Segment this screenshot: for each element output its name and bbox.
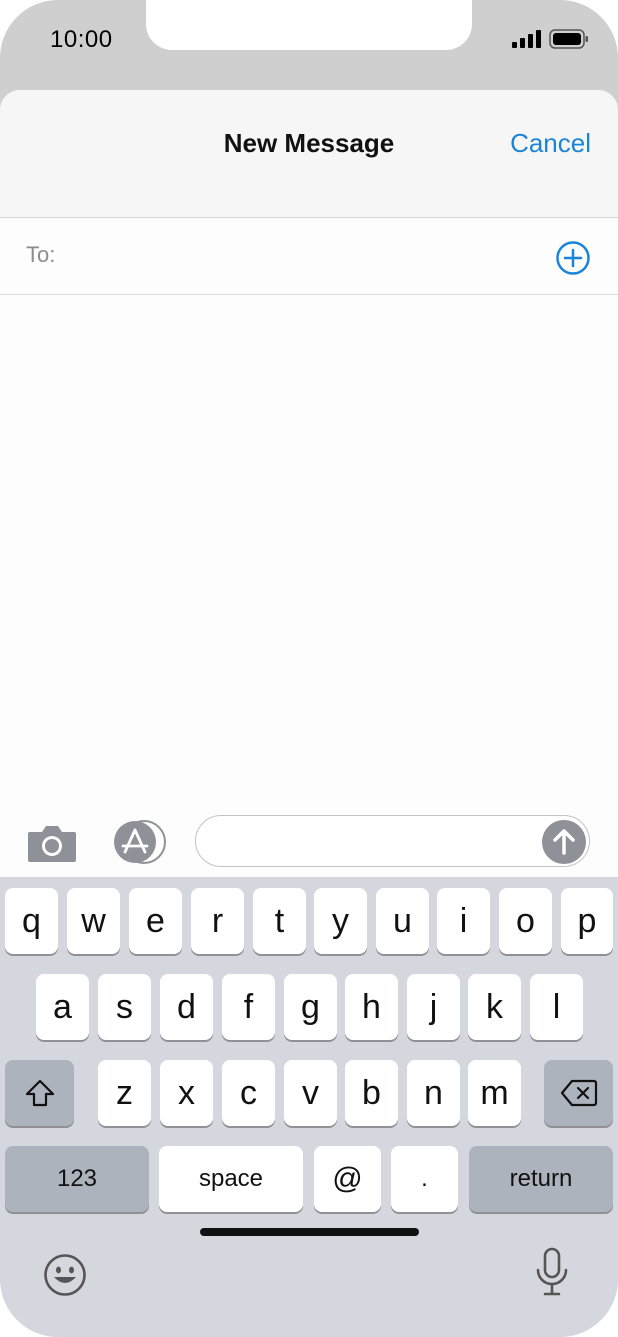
key-h[interactable]: h bbox=[345, 974, 398, 1040]
key-s[interactable]: s bbox=[98, 974, 151, 1040]
key-e[interactable]: e bbox=[129, 888, 182, 954]
message-input[interactable] bbox=[195, 815, 590, 867]
key-u[interactable]: u bbox=[376, 888, 429, 954]
key-b[interactable]: b bbox=[345, 1060, 398, 1126]
compose-bar bbox=[0, 812, 618, 876]
key-f[interactable]: f bbox=[222, 974, 275, 1040]
key-m[interactable]: m bbox=[468, 1060, 521, 1126]
key-k[interactable]: k bbox=[468, 974, 521, 1040]
phone-screen: 10:00 New Message Cancel To: q w e r t y… bbox=[0, 0, 618, 1337]
key-t[interactable]: t bbox=[253, 888, 306, 954]
key-x[interactable]: x bbox=[160, 1060, 213, 1126]
key-p[interactable]: p bbox=[561, 888, 613, 954]
key-o[interactable]: o bbox=[499, 888, 552, 954]
microphone-icon[interactable] bbox=[534, 1247, 570, 1299]
app-store-icon[interactable] bbox=[110, 820, 168, 864]
to-label: To: bbox=[26, 242, 56, 267]
key-q[interactable]: q bbox=[5, 888, 58, 954]
battery-icon bbox=[549, 29, 588, 49]
status-time: 10:00 bbox=[50, 26, 113, 53]
key-j[interactable]: j bbox=[407, 974, 460, 1040]
backspace-icon bbox=[560, 1079, 597, 1107]
keyboard: q w e r t y u i o p a s d f g h j k l z … bbox=[0, 877, 618, 1337]
space-key[interactable]: space bbox=[159, 1146, 303, 1212]
key-a[interactable]: a bbox=[36, 974, 89, 1040]
recipient-field[interactable]: To: bbox=[0, 218, 618, 295]
send-arrow-icon[interactable] bbox=[542, 820, 586, 864]
return-key[interactable]: return bbox=[469, 1146, 613, 1212]
at-key[interactable]: @ bbox=[314, 1146, 381, 1212]
numbers-key[interactable]: 123 bbox=[5, 1146, 149, 1212]
key-c[interactable]: c bbox=[222, 1060, 275, 1126]
home-indicator[interactable] bbox=[200, 1228, 419, 1236]
cellular-signal-icon bbox=[512, 30, 541, 48]
message-text-field[interactable] bbox=[212, 824, 536, 860]
key-v[interactable]: v bbox=[284, 1060, 337, 1126]
key-g[interactable]: g bbox=[284, 974, 337, 1040]
new-message-sheet: New Message Cancel To: q w e r t y u i o… bbox=[0, 90, 618, 1337]
key-d[interactable]: d bbox=[160, 974, 213, 1040]
key-n[interactable]: n bbox=[407, 1060, 460, 1126]
period-key[interactable]: . bbox=[391, 1146, 458, 1212]
shift-icon bbox=[25, 1079, 54, 1107]
emoji-icon[interactable] bbox=[43, 1253, 87, 1297]
key-l[interactable]: l bbox=[530, 974, 583, 1040]
key-y[interactable]: y bbox=[314, 888, 367, 954]
key-i[interactable]: i bbox=[437, 888, 490, 954]
notch bbox=[146, 0, 472, 50]
key-z[interactable]: z bbox=[98, 1060, 151, 1126]
key-w[interactable]: w bbox=[67, 888, 120, 954]
backspace-key[interactable] bbox=[544, 1060, 613, 1126]
shift-key[interactable] bbox=[5, 1060, 74, 1126]
cancel-button[interactable]: Cancel bbox=[510, 128, 591, 159]
key-r[interactable]: r bbox=[191, 888, 244, 954]
add-contact-icon[interactable] bbox=[555, 240, 591, 276]
camera-icon[interactable] bbox=[26, 824, 78, 864]
nav-bar: New Message Cancel bbox=[0, 90, 618, 218]
